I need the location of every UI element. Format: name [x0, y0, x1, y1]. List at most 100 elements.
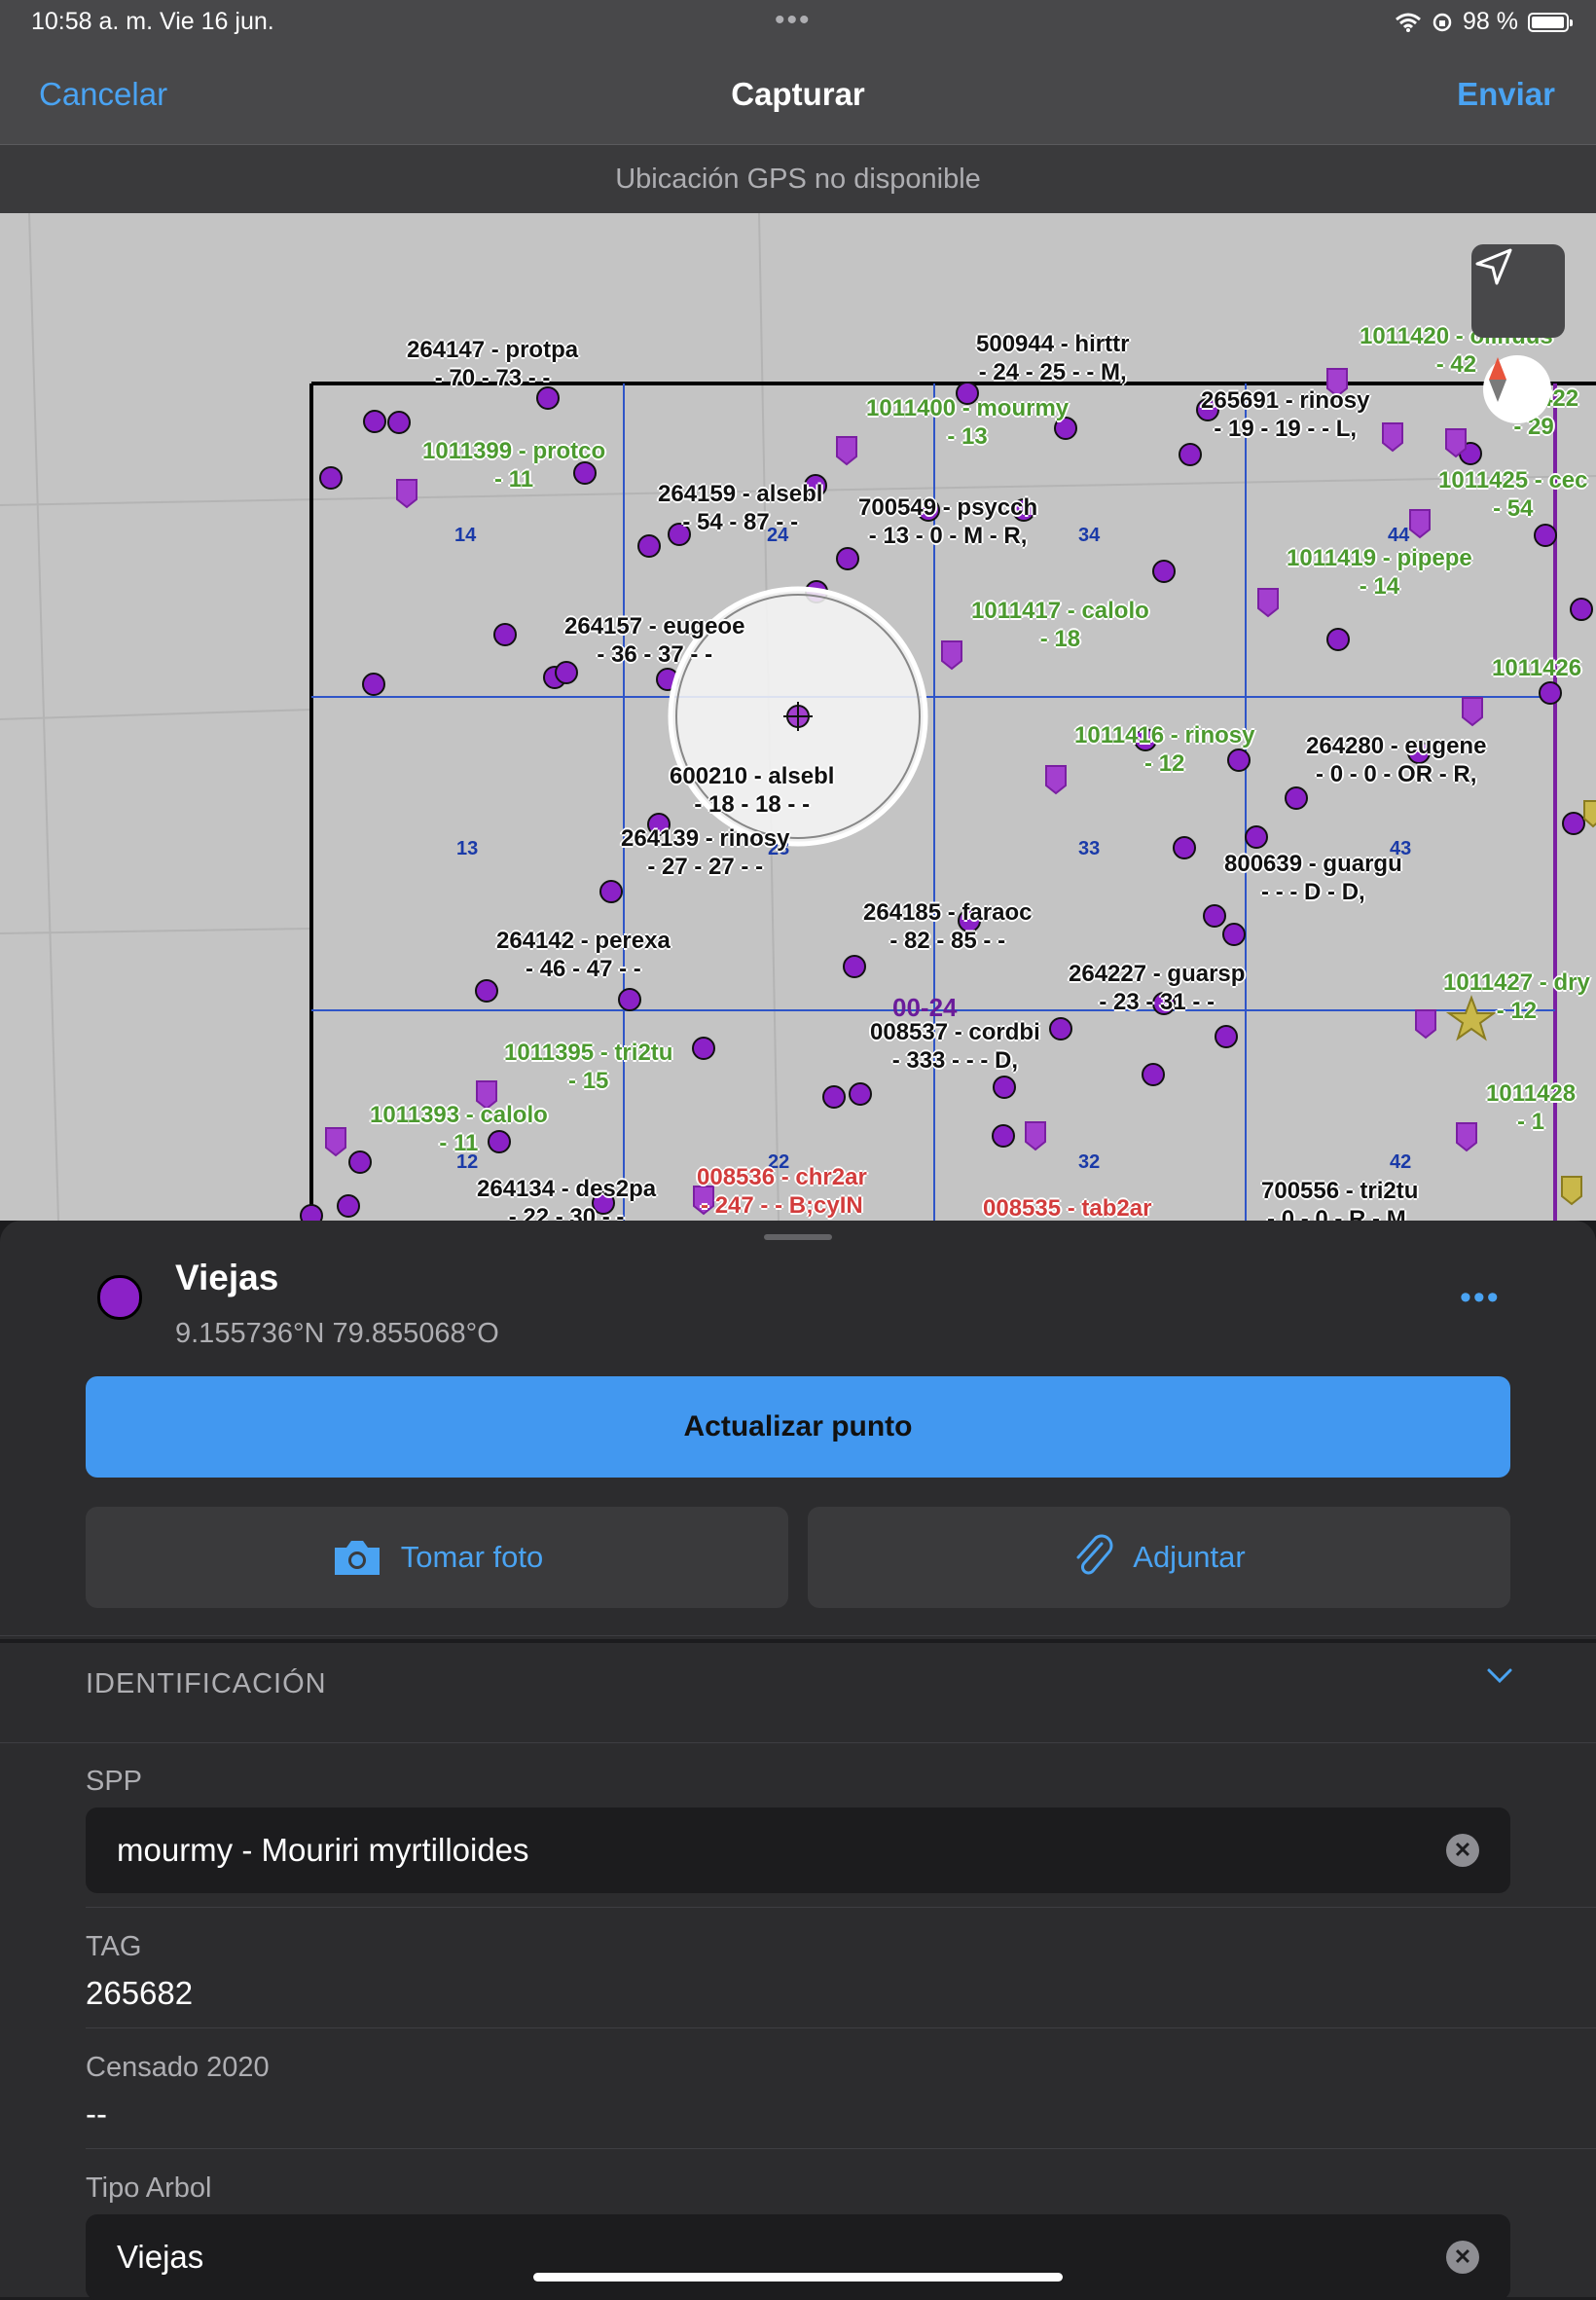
tree-label-line-2: - 70 - 73 - -	[434, 365, 551, 391]
tree-label-line-2: - 15	[568, 1068, 609, 1094]
point-symbol	[97, 1275, 142, 1320]
tree-label-line-1: 264147 - protpa	[407, 337, 579, 363]
tree-label-line-1: 1011393 - calolo	[370, 1102, 548, 1128]
tree-point	[475, 979, 498, 1003]
map-view[interactable]: 14 24 34 44 13 23 33 43 12 22 32 42 00-2…	[0, 213, 1596, 1221]
tree-label-line-2: - 12	[1496, 998, 1538, 1024]
tree-point	[849, 1082, 872, 1106]
tree-point	[1539, 681, 1562, 705]
tree-label: 1011426	[1492, 654, 1581, 682]
tree-label-line-2: - 46 - 47 - -	[526, 956, 641, 982]
gps-status-banner: Ubicación GPS no disponible	[0, 145, 1596, 213]
tipo-arbol-field[interactable]: Viejas ✕	[86, 2214, 1510, 2300]
tree-label-line-2: - 11	[439, 1130, 479, 1156]
tree-label-line-1: 264185 - faraoc	[863, 899, 1033, 926]
tree-label-line-2: - 13 - 0 - M - R,	[868, 523, 1028, 549]
section-title[interactable]: IDENTIFICACIÓN	[86, 1668, 327, 1700]
divider	[86, 1907, 1596, 1908]
tree-label-line-2: - 247 - - B;cyIN	[701, 1192, 863, 1219]
status-bar: 10:58 a. m. Vie 16 jun. ••• 98 %	[0, 0, 1596, 49]
tree-point	[1562, 812, 1585, 835]
section-separator	[0, 1639, 1596, 1643]
take-photo-label: Tomar foto	[400, 1540, 544, 1574]
camera-icon	[334, 1541, 380, 1575]
sheet-grabber[interactable]	[764, 1234, 832, 1240]
map-canvas	[0, 213, 1596, 1221]
battery-icon	[1528, 12, 1573, 32]
tree-label-line-2: - 27 - 27 - -	[647, 854, 764, 880]
tree-label-line-2: - 18	[1039, 626, 1081, 652]
send-button[interactable]: Enviar	[1457, 76, 1555, 113]
tree-label-line-1: 008537 - cordbi	[870, 1019, 1040, 1045]
chevron-down-icon[interactable]	[1485, 1664, 1514, 1686]
tree-label-line-1: 800639 - guargu	[1224, 851, 1402, 877]
locate-me-button[interactable]	[1471, 244, 1565, 338]
clear-icon[interactable]: ✕	[1446, 2241, 1479, 2274]
tree-point	[822, 1085, 846, 1109]
tree-label-line-1: 264227 - guarsp	[1069, 961, 1246, 987]
tipo-arbol-label: Tipo Arbol	[86, 2172, 212, 2204]
tree-label: 1011425 - cec - 54	[1438, 466, 1587, 523]
tree-point	[599, 880, 623, 903]
compass-button[interactable]	[1483, 355, 1551, 423]
tree-point	[362, 673, 385, 696]
attach-button[interactable]: Adjuntar	[808, 1507, 1510, 1608]
tree-label-line-2: - - - D - D,	[1261, 879, 1365, 905]
tree-label-line-1: 264159 - alsebl	[658, 481, 823, 507]
tree-label-line-1: 264157 - eugeoe	[564, 613, 745, 639]
tree-label-line-1: 1011416 - rinosy	[1074, 722, 1255, 748]
tree-label-line-2: - 82 - 85 - -	[889, 928, 1006, 954]
tree-point	[1222, 923, 1246, 946]
tree-label: 008536 - chr2ar - 247 - - B;cyIN	[697, 1163, 867, 1220]
tree-label-line-1: 264139 - rinosy	[621, 825, 790, 852]
tree-label-line-2: - 0 - 0 - OR - R,	[1316, 761, 1477, 787]
tree-label-line-2: - 54	[1493, 495, 1534, 522]
take-photo-button[interactable]: Tomar foto	[86, 1507, 788, 1608]
tree-label-line-1: 264280 - eugene	[1306, 733, 1487, 759]
tree-label: 600210 - alsebl - 18 - 18 - -	[670, 762, 834, 819]
subquadrat-number: 42	[1390, 1151, 1412, 1173]
tree-label: 1011419 - pipepe - 14	[1287, 544, 1472, 601]
tree-label-line-2: - 333 - - - D,	[891, 1047, 1019, 1074]
tree-label: 264142 - perexa - 46 - 47 - -	[496, 927, 671, 983]
feature-sheet: Viejas 9.155736°N 79.855068°O ••• Actual…	[0, 1221, 1596, 2300]
tree-label-line-2: - 1	[1517, 1109, 1545, 1135]
tree-label: 1011393 - calolo - 11	[370, 1101, 548, 1157]
tree-point	[1245, 825, 1268, 849]
battery-percent: 98 %	[1463, 8, 1518, 35]
tree-label: 264159 - alsebl - 54 - 87 - -	[658, 480, 822, 536]
tag-label: TAG	[86, 1931, 142, 1962]
subquadrat-number: 32	[1078, 1151, 1101, 1173]
tree-label: 800639 - guargu - - - D - D,	[1224, 850, 1402, 906]
tree-point	[1215, 1025, 1238, 1048]
tree-label-line-1: 700556 - tri2tu	[1261, 1178, 1419, 1204]
tree-label-line-2: - 11	[494, 466, 534, 493]
tree-label-line-1: 265691 - rinosy	[1201, 387, 1370, 414]
tree-point	[637, 534, 661, 558]
multitasking-dots[interactable]: •••	[775, 4, 812, 37]
tree-label-line-1: 1011425 - cec	[1438, 467, 1588, 493]
tree-point	[993, 1076, 1016, 1099]
tree-point	[348, 1150, 372, 1174]
spp-field[interactable]: mourmy - Mouriri myrtilloides ✕	[86, 1807, 1510, 1893]
tree-point	[692, 1037, 715, 1060]
status-icons: 98 %	[1395, 8, 1573, 36]
tree-point	[1203, 904, 1226, 928]
more-options-icon[interactable]: •••	[1460, 1279, 1501, 1317]
tree-label-line-1: 1011426	[1492, 655, 1582, 681]
compass-icon	[1489, 357, 1506, 402]
spp-label: SPP	[86, 1766, 143, 1797]
clear-icon[interactable]: ✕	[1446, 1834, 1479, 1867]
tree-label-line-1: 600210 - alsebl	[670, 763, 835, 789]
divider	[0, 1635, 1596, 1636]
page-title: Capturar	[731, 76, 865, 112]
tree-point	[618, 988, 641, 1011]
tree-label: 264157 - eugeoe - 36 - 37 - -	[564, 612, 744, 669]
home-indicator[interactable]	[533, 2273, 1063, 2282]
tree-point	[1570, 598, 1593, 621]
tree-label-line-2: - 54 - 87 - -	[682, 509, 799, 535]
tree-label: 500944 - hirttr - 24 - 25 - - M,	[976, 330, 1129, 386]
update-point-button[interactable]: Actualizar punto	[86, 1376, 1510, 1478]
subquadrat-number: 34	[1078, 525, 1101, 546]
tree-label-line-1: 264134 - des2pa	[477, 1176, 657, 1202]
